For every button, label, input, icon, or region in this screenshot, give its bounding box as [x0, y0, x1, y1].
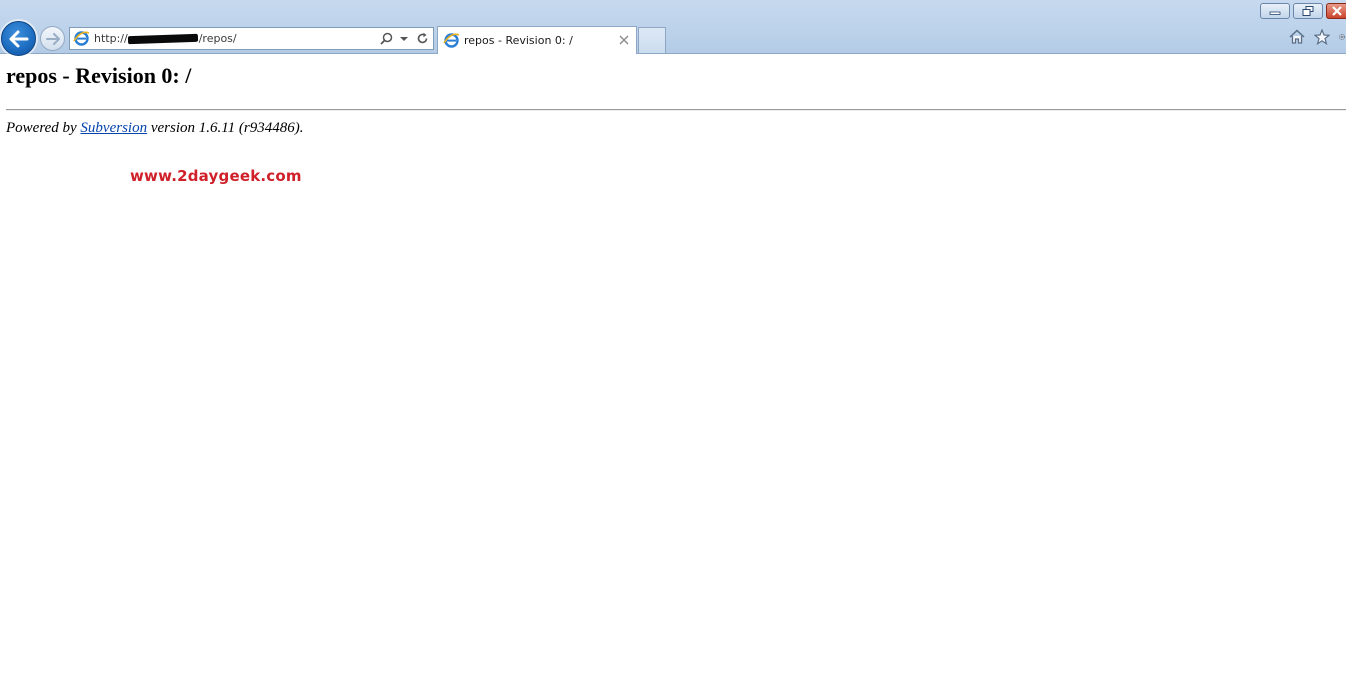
address-url-path: /repos/	[198, 32, 237, 45]
window-controls	[1260, 3, 1346, 19]
ie-page-icon	[73, 31, 90, 46]
page-content: repos - Revision 0: / Powered by Subvers…	[0, 55, 1346, 684]
back-button[interactable]	[1, 21, 36, 56]
horizontal-rule	[6, 109, 1346, 111]
search-icon[interactable]	[379, 31, 393, 46]
address-url[interactable]: http:// /repos/	[94, 32, 237, 45]
arrow-right-icon	[45, 32, 60, 45]
home-icon[interactable]	[1288, 28, 1305, 45]
watermark-text: www.2daygeek.com	[130, 167, 302, 185]
close-window-button[interactable]	[1326, 3, 1346, 19]
address-bar[interactable]: http:// /repos/	[69, 27, 434, 50]
redacted-host	[127, 33, 198, 45]
close-icon[interactable]	[618, 34, 630, 46]
subversion-link[interactable]: Subversion	[80, 120, 147, 136]
browser-chrome: http:// /repos/ repos - Revision 0: /	[0, 0, 1346, 56]
gear-icon[interactable]	[1338, 28, 1346, 45]
arrow-left-icon	[9, 30, 28, 47]
forward-button[interactable]	[40, 26, 65, 51]
tab-title: repos - Revision 0: /	[464, 34, 573, 47]
new-tab-button[interactable]	[638, 27, 666, 53]
command-icons	[1288, 28, 1346, 45]
restore-button[interactable]	[1293, 3, 1323, 19]
tab-repos[interactable]: repos - Revision 0: /	[437, 26, 637, 54]
minimize-button[interactable]	[1260, 3, 1290, 19]
footer-suffix: version 1.6.11 (r934486).	[147, 120, 304, 136]
ie-tab-icon	[443, 33, 460, 48]
close-window-icon	[1331, 6, 1342, 16]
restore-icon	[1302, 6, 1314, 16]
page-title: repos - Revision 0: /	[6, 63, 192, 88]
chevron-down-icon[interactable]	[397, 31, 411, 46]
minimize-icon	[1269, 11, 1281, 15]
powered-by-footer: Powered by Subversion version 1.6.11 (r9…	[6, 120, 303, 137]
footer-prefix: Powered by	[6, 120, 81, 136]
address-url-prefix: http://	[94, 32, 128, 45]
refresh-icon[interactable]	[415, 31, 429, 46]
favorites-star-icon[interactable]	[1313, 28, 1330, 45]
